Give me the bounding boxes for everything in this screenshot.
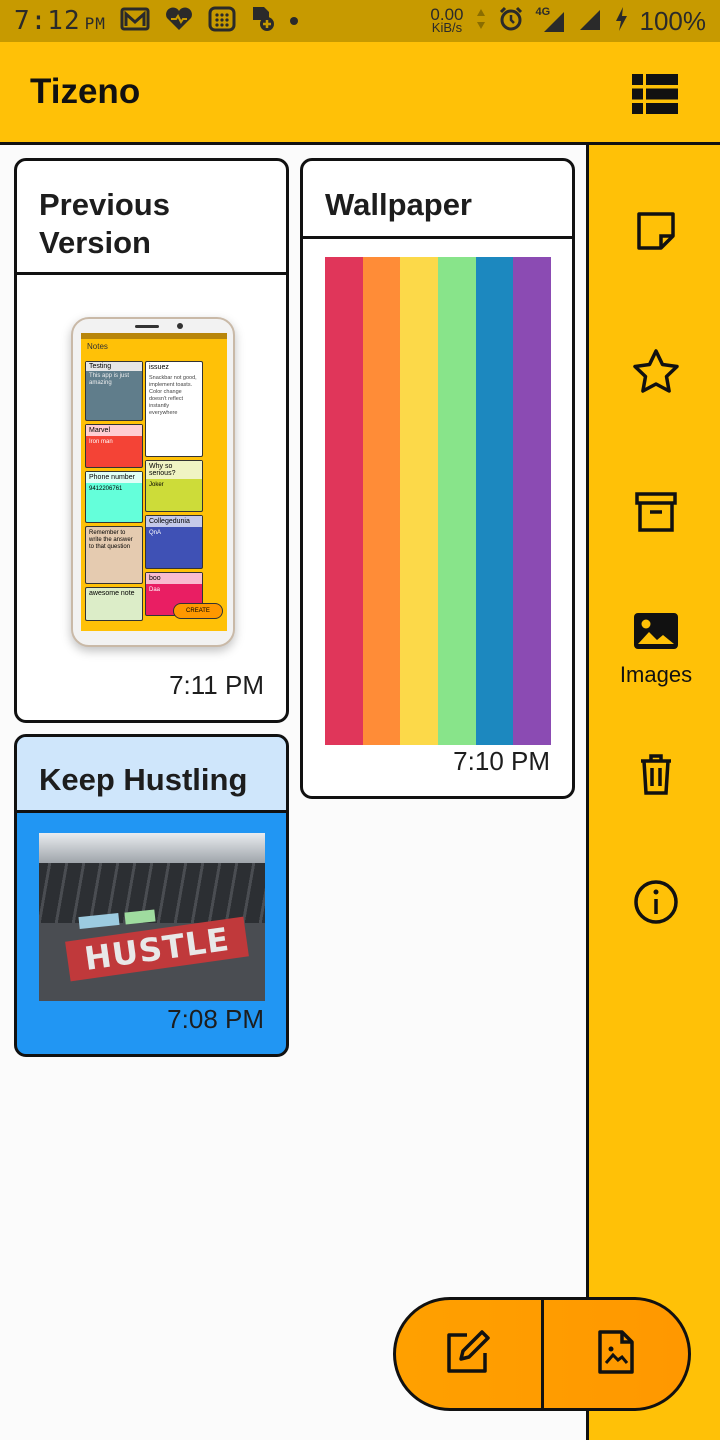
app-title: Tizeno — [30, 72, 141, 111]
edit-note-icon — [445, 1329, 491, 1380]
network-speed: 0.00 KiB/s — [430, 5, 464, 35]
rainbow-stripe — [513, 257, 552, 745]
archive-icon — [635, 492, 677, 537]
navigation-rail: Images — [586, 145, 720, 1440]
new-image-note-button[interactable] — [544, 1300, 689, 1408]
signal-4g-icon: 4G — [536, 6, 566, 34]
note-icon — [636, 211, 676, 256]
create-note-fab — [393, 1297, 691, 1411]
rail-item-favorites[interactable] — [589, 348, 720, 399]
note-title: Previous Version — [17, 161, 286, 275]
rainbow-stripe — [325, 257, 363, 745]
list-view-icon[interactable] — [632, 74, 678, 114]
rail-item-trash[interactable] — [589, 753, 720, 800]
health-notification-icon — [164, 6, 194, 37]
rail-item-archive[interactable] — [589, 492, 720, 537]
phone-app-title: Notes — [87, 342, 108, 351]
calculator-notification-icon — [208, 6, 236, 37]
rail-item-info[interactable] — [589, 879, 720, 930]
note-card[interactable]: Keep Hustling HUSTLE 7:08 PM — [14, 734, 289, 1057]
rainbow-stripe — [400, 257, 439, 745]
note-image — [325, 257, 552, 745]
status-time: 7:12 PM — [14, 6, 106, 36]
note-image: Notes Testing This app is just amazing Ma… — [39, 289, 267, 669]
rail-item-images[interactable]: Images — [589, 613, 720, 688]
image-icon — [634, 613, 678, 654]
image-note-icon — [597, 1329, 635, 1380]
phone-screen: Notes Testing This app is just amazing Ma… — [81, 333, 227, 631]
note-title: Keep Hustling — [17, 737, 286, 813]
note-time: 7:11 PM — [169, 670, 264, 700]
rainbow-stripe — [362, 257, 401, 745]
alarm-icon — [498, 6, 524, 37]
rainbow-stripe — [438, 257, 476, 745]
note-card[interactable]: Previous Version Notes Testing This app i… — [14, 158, 289, 723]
new-text-note-button[interactable] — [396, 1300, 541, 1408]
battery-level: 100% — [639, 5, 707, 36]
phone-create-button: CREATE — [173, 603, 223, 619]
gmail-notification-icon — [120, 6, 150, 37]
status-bar: 7:12 PM 0.00 KiB/s 4G 100% — [0, 0, 720, 42]
rainbow-stripe — [475, 257, 514, 745]
data-arrows-icon — [476, 7, 486, 36]
note-time: 7:10 PM — [453, 746, 550, 776]
note-card[interactable]: Wallpaper 7:10 PM — [300, 158, 575, 799]
file-add-notification-icon — [250, 5, 276, 38]
star-icon — [632, 348, 680, 399]
more-notifications-dot-icon — [289, 17, 298, 25]
battery-charging-icon — [614, 6, 628, 37]
note-title: Wallpaper — [303, 161, 572, 239]
app-bar: Tizeno — [0, 42, 720, 145]
trash-icon — [639, 753, 673, 800]
signal-icon — [578, 6, 602, 37]
phone-frame: Notes Testing This app is just amazing Ma… — [71, 317, 235, 647]
note-image: HUSTLE — [39, 833, 265, 1001]
rail-item-label: Images — [619, 662, 693, 687]
rail-item-notes[interactable] — [589, 211, 720, 256]
note-time: 7:08 PM — [167, 1004, 264, 1034]
info-icon — [633, 879, 679, 930]
